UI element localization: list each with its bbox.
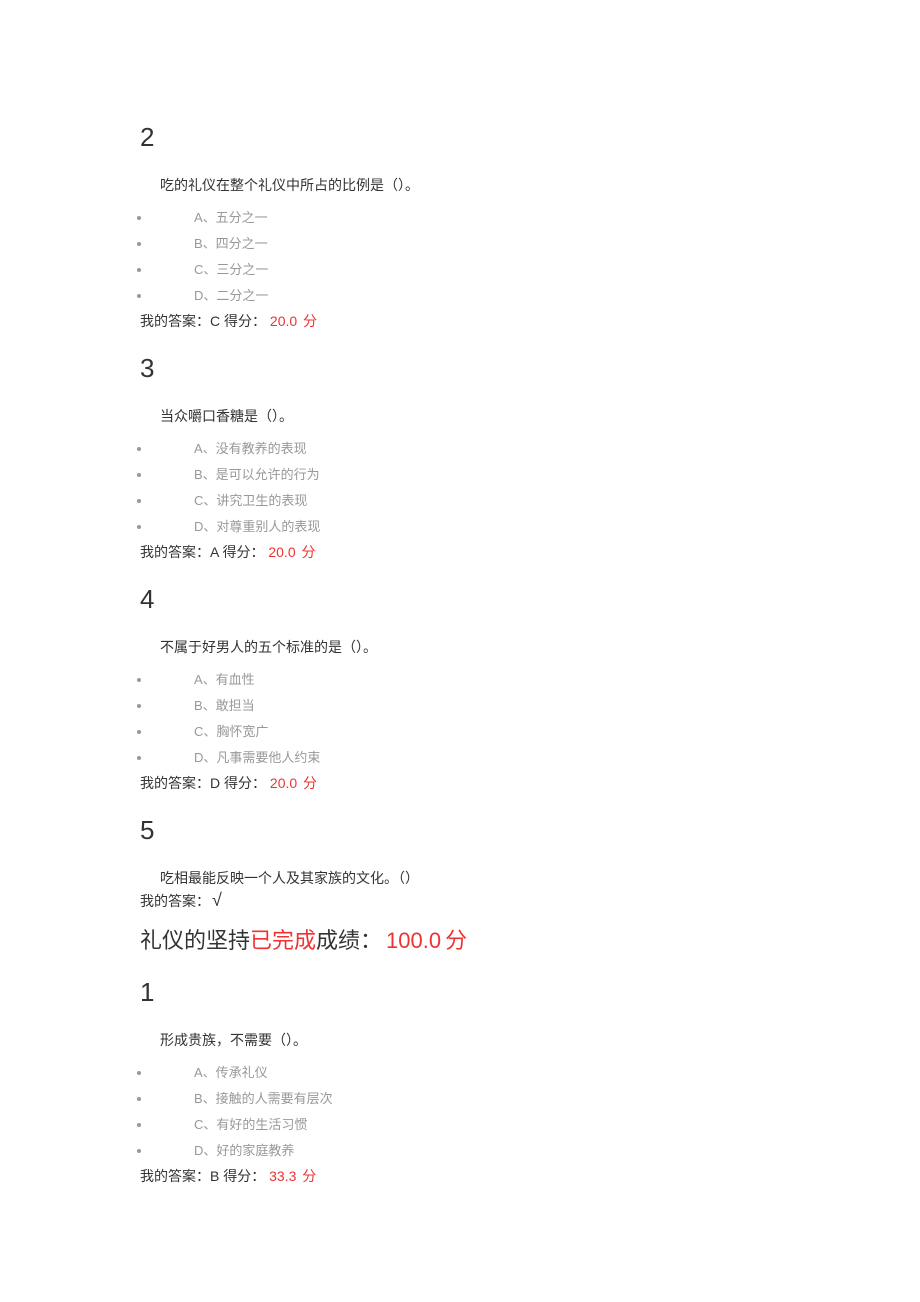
- score-value: 20.0: [270, 313, 297, 329]
- section-name: 礼仪的坚持: [140, 928, 250, 953]
- answer-letter: D: [210, 775, 220, 791]
- question-number: 2: [140, 122, 780, 153]
- question-text: 吃相最能反映一个人及其家族的文化。（）: [160, 868, 780, 888]
- option-a: A、五分之一: [152, 205, 780, 231]
- question-text: 形成贵族，不需要（）。: [160, 1030, 780, 1050]
- answer-line: 我的答案：B 得分： 33.3 分: [140, 1166, 780, 1186]
- answer-line: 我的答案：√: [140, 890, 780, 911]
- option-b: B、敢担当: [152, 693, 780, 719]
- answer-line: 我的答案：D 得分： 20.0 分: [140, 773, 780, 793]
- answer-line: 我的答案：A 得分： 20.0 分: [140, 542, 780, 562]
- section-score-value: 100.0: [386, 928, 441, 953]
- option-a: A、有血性: [152, 667, 780, 693]
- options-list: A、五分之一 B、四分之一 C、三分之一 D、二分之一: [146, 205, 780, 309]
- option-b: B、接触的人需要有层次: [152, 1086, 780, 1112]
- score-label: 得分：: [220, 775, 266, 791]
- options-list: A、没有教养的表现 B、是可以允许的行为 C、讲究卫生的表现 D、对尊重别人的表…: [146, 436, 780, 540]
- section-title: 礼仪的坚持已完成成绩：100.0分: [140, 923, 780, 955]
- answer-label: 我的答案：: [140, 775, 210, 791]
- score-label: 得分：: [220, 313, 266, 329]
- option-d: D、二分之一: [152, 283, 780, 309]
- question-number: 1: [140, 977, 780, 1008]
- score-unit: 分: [303, 313, 317, 329]
- page: 2 吃的礼仪在整个礼仪中所占的比例是（）。 A、五分之一 B、四分之一 C、三分…: [0, 0, 920, 1246]
- answer-label: 我的答案：: [140, 544, 210, 560]
- options-list: A、有血性 B、敢担当 C、胸怀宽广 D、凡事需要他人约束: [146, 667, 780, 771]
- score-value: 20.0: [270, 775, 297, 791]
- question-number: 3: [140, 353, 780, 384]
- score-value: 20.0: [268, 544, 295, 560]
- option-b: B、四分之一: [152, 231, 780, 257]
- option-a: A、传承礼仪: [152, 1060, 780, 1086]
- section-score-label: 成绩：: [316, 928, 382, 953]
- score-unit: 分: [303, 775, 317, 791]
- question-text: 吃的礼仪在整个礼仪中所占的比例是（）。: [160, 175, 780, 195]
- options-list: A、传承礼仪 B、接触的人需要有层次 C、有好的生活习惯 D、好的家庭教养: [146, 1060, 780, 1164]
- check-icon: √: [212, 890, 222, 910]
- question-text: 不属于好男人的五个标准的是（）。: [160, 637, 780, 657]
- answer-letter: A: [210, 544, 219, 560]
- question-text: 当众嚼口香糖是（）。: [160, 406, 780, 426]
- answer-label: 我的答案：: [140, 893, 210, 909]
- score-value: 33.3: [269, 1168, 296, 1184]
- option-c: C、胸怀宽广: [152, 719, 780, 745]
- score-unit: 分: [302, 544, 316, 560]
- score-label: 得分：: [219, 1168, 265, 1184]
- option-d: D、凡事需要他人约束: [152, 745, 780, 771]
- section-done: 已完成: [250, 928, 316, 953]
- option-c: C、讲究卫生的表现: [152, 488, 780, 514]
- question-number: 4: [140, 584, 780, 615]
- answer-label: 我的答案：: [140, 313, 210, 329]
- answer-label: 我的答案：: [140, 1168, 210, 1184]
- score-unit: 分: [302, 1168, 316, 1184]
- option-d: D、好的家庭教养: [152, 1138, 780, 1164]
- section-score-unit: 分: [445, 928, 467, 953]
- answer-line: 我的答案：C 得分： 20.0 分: [140, 311, 780, 331]
- option-a: A、没有教养的表现: [152, 436, 780, 462]
- score-label: 得分：: [219, 544, 265, 560]
- answer-letter: C: [210, 313, 220, 329]
- option-c: C、有好的生活习惯: [152, 1112, 780, 1138]
- question-number: 5: [140, 815, 780, 846]
- option-c: C、三分之一: [152, 257, 780, 283]
- option-b: B、是可以允许的行为: [152, 462, 780, 488]
- option-d: D、对尊重别人的表现: [152, 514, 780, 540]
- answer-letter: B: [210, 1168, 219, 1184]
